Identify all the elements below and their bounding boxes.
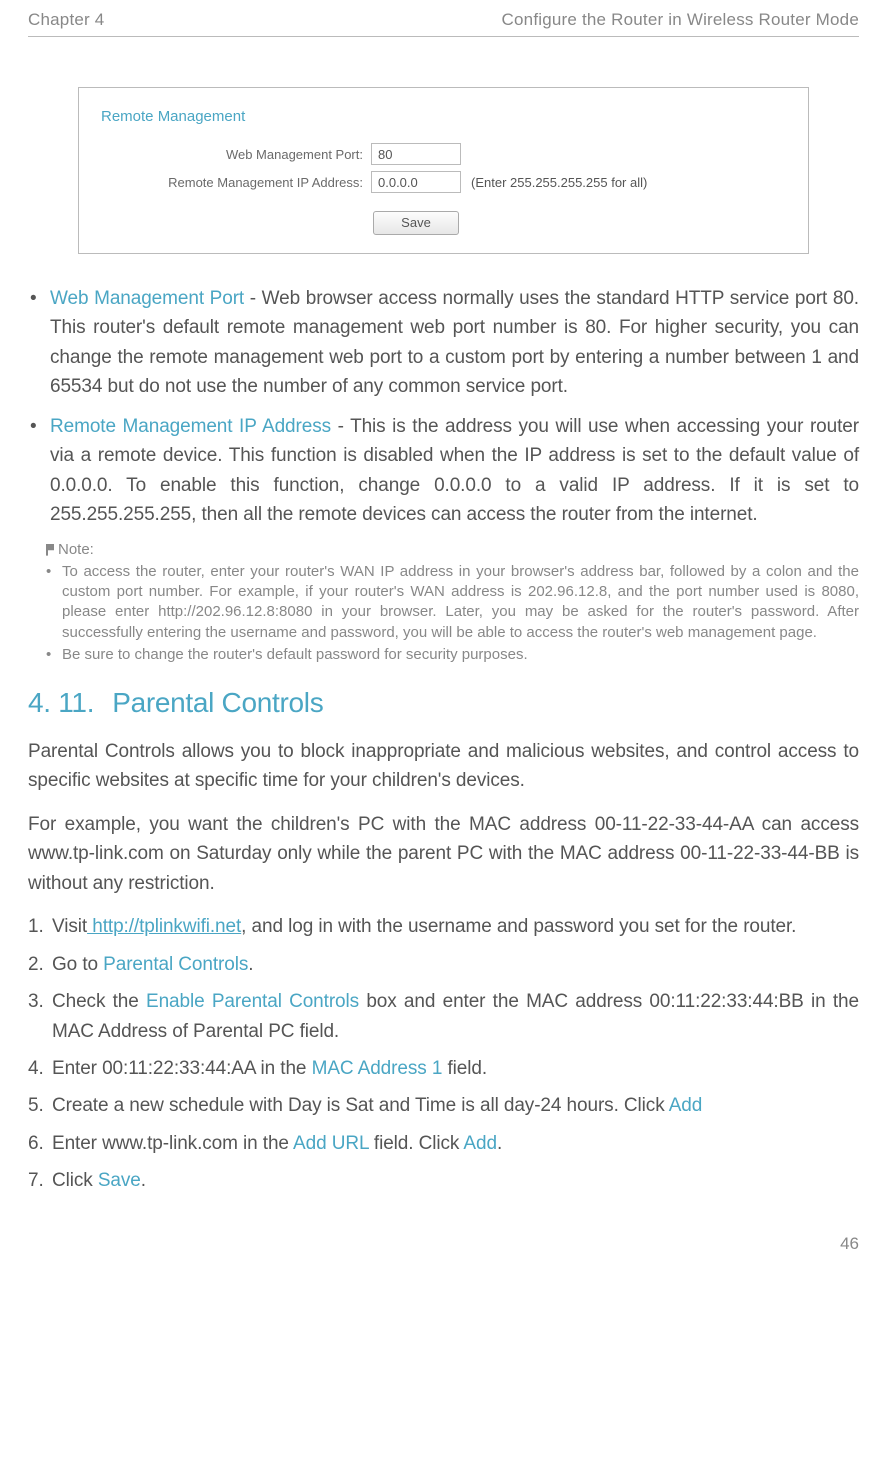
step-number: 4. — [28, 1054, 52, 1083]
step-3: 3. Check the Enable Parental Controls bo… — [28, 987, 859, 1046]
bullet-marker: • — [28, 412, 50, 530]
note-item-1: • To access the router, enter your route… — [46, 562, 859, 643]
step2-pre: Go to — [52, 954, 103, 975]
ip-label: Remote Management IP Address: — [101, 175, 371, 190]
header-title: Configure the Router in Wireless Router … — [502, 10, 859, 30]
step6-post: . — [497, 1133, 502, 1154]
step4-post: field. — [442, 1058, 487, 1079]
term-enable-parental: Enable Parental Controls — [146, 991, 359, 1012]
step-number: 1. — [28, 912, 52, 941]
note-marker: • — [46, 562, 62, 643]
section-heading: 4. 11. Parental Controls — [28, 687, 859, 719]
step-number: 6. — [28, 1129, 52, 1158]
intro-paragraph: Parental Controls allows you to block in… — [28, 737, 859, 796]
section-number: 4. 11. — [28, 687, 94, 718]
section-title: Parental Controls — [112, 687, 323, 718]
note-block: Note: • To access the router, enter your… — [46, 540, 859, 666]
step-2: 2. Go to Parental Controls. — [28, 950, 859, 979]
page-number: 46 — [0, 1234, 887, 1262]
step6-mid: field. Click — [369, 1133, 464, 1154]
term-add-2: Add — [463, 1133, 497, 1154]
panel-title: Remote Management — [101, 108, 786, 125]
web-port-row: Web Management Port: — [101, 143, 786, 165]
term-add-1: Add — [669, 1095, 703, 1116]
term-web-port: Web Management Port — [50, 288, 244, 309]
bullet-marker: • — [28, 284, 50, 402]
step5-pre: Create a new schedule with Day is Sat an… — [52, 1095, 669, 1116]
ip-input[interactable] — [371, 171, 461, 193]
note-item-2: • Be sure to change the router's default… — [46, 645, 859, 665]
bullet-web-port: • Web Management Port - Web browser acce… — [28, 284, 859, 402]
step-number: 5. — [28, 1091, 52, 1120]
web-port-label: Web Management Port: — [101, 147, 371, 162]
step4-pre: Enter 00:11:22:33:44:AA in the — [52, 1058, 312, 1079]
term-parental-controls: Parental Controls — [103, 954, 248, 975]
ip-row: Remote Management IP Address: (Enter 255… — [101, 171, 786, 193]
example-paragraph: For example, you want the children's PC … — [28, 810, 859, 898]
step1-post: , and log in with the username and passw… — [241, 916, 796, 937]
note-title: Note: — [58, 540, 94, 560]
tplinkwifi-link[interactable]: http://tplinkwifi.net — [87, 916, 241, 937]
step1-pre: Visit — [52, 916, 87, 937]
step7-pre: Click — [52, 1170, 98, 1191]
step-7: 7. Click Save. — [28, 1166, 859, 1195]
term-save: Save — [98, 1170, 141, 1191]
step-number: 2. — [28, 950, 52, 979]
step6-pre: Enter www.tp-link.com in the — [52, 1133, 293, 1154]
term-remote-ip: Remote Management IP Address — [50, 416, 331, 437]
step3-pre: Check the — [52, 991, 146, 1012]
remote-management-screenshot: Remote Management Web Management Port: R… — [78, 87, 809, 254]
step-6: 6. Enter www.tp-link.com in the Add URL … — [28, 1129, 859, 1158]
step-5: 5. Create a new schedule with Day is Sat… — [28, 1091, 859, 1120]
note-marker: • — [46, 645, 62, 665]
step-4: 4. Enter 00:11:22:33:44:AA in the MAC Ad… — [28, 1054, 859, 1083]
step-1: 1. Visit http://tplinkwifi.net, and log … — [28, 912, 859, 941]
term-add-url: Add URL — [293, 1133, 369, 1154]
ip-hint: (Enter 255.255.255.255 for all) — [471, 175, 647, 190]
flag-icon — [46, 544, 54, 556]
step7-post: . — [141, 1170, 146, 1191]
bullet-remote-ip: • Remote Management IP Address - This is… — [28, 412, 859, 530]
chapter-label: Chapter 4 — [28, 10, 104, 30]
note-text-2: Be sure to change the router's default p… — [62, 645, 528, 665]
note-title-row: Note: — [46, 540, 859, 560]
save-button[interactable]: Save — [373, 211, 459, 235]
web-port-input[interactable] — [371, 143, 461, 165]
note-text-1: To access the router, enter your router'… — [62, 562, 859, 643]
step-number: 7. — [28, 1166, 52, 1195]
step-number: 3. — [28, 987, 52, 1046]
term-mac1: MAC Address 1 — [312, 1058, 443, 1079]
page-header: Chapter 4 Configure the Router in Wirele… — [28, 10, 859, 37]
step2-post: . — [248, 954, 253, 975]
